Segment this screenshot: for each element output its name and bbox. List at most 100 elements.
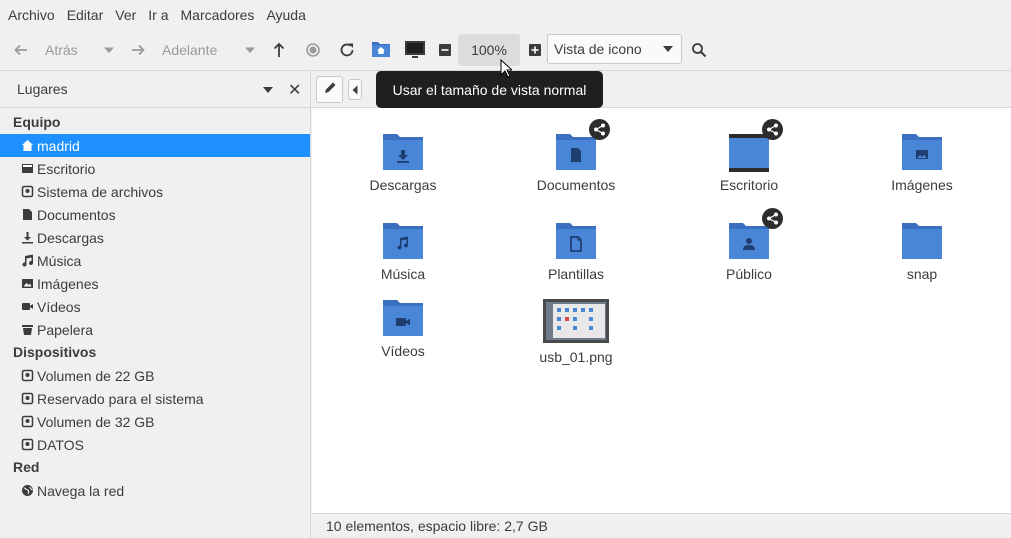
section-dispositivos: Dispositivos <box>13 344 97 360</box>
sidebar-item-datos[interactable]: DATOS <box>0 433 310 456</box>
music-icon <box>21 254 34 267</box>
sidebar-item-escritorio[interactable]: Escritorio <box>0 157 310 180</box>
sidebar-header: Lugares ✕ <box>0 70 310 108</box>
sidebar-item-label: Sistema de archivos <box>37 183 164 200</box>
file-label: Escritorio <box>719 177 779 193</box>
sidebar-item-música[interactable]: Música <box>0 249 310 272</box>
file-label: snap <box>906 266 938 282</box>
drive-icon <box>21 369 34 382</box>
status-bar: 10 elementos, espacio libre: 2,7 GB <box>312 513 1011 538</box>
sidebar-item-label: Imágenes <box>37 275 99 292</box>
folder-icon <box>382 299 424 337</box>
drive-icon <box>21 185 34 198</box>
sidebar-item-imágenes[interactable]: Imágenes <box>0 272 310 295</box>
stop-icon[interactable] <box>305 42 321 58</box>
menu-editar[interactable]: Editar <box>61 7 110 23</box>
sidebar-item-label: Reservado para el sistema <box>37 390 204 407</box>
computer-icon[interactable] <box>404 40 426 60</box>
sidebar-title: Lugares <box>17 81 68 97</box>
file-label: Plantillas <box>547 266 605 282</box>
sidebar-item-volumen-de-22-gb[interactable]: Volumen de 22 GB <box>0 364 310 387</box>
back-history-dropdown[interactable] <box>101 42 117 58</box>
menu-ver[interactable]: Ver <box>109 7 142 23</box>
file-label: usb_01.png <box>539 349 613 365</box>
menu-bar: Archivo Editar Ver Ir a Marcadores Ayuda <box>0 0 1011 30</box>
sidebar-item-papelera[interactable]: Papelera <box>0 318 310 341</box>
back-button[interactable]: Atrás <box>13 35 78 65</box>
forward-button[interactable]: Adelante <box>130 35 217 65</box>
view-mode-select[interactable]: Vista de icono <box>547 34 682 64</box>
file-item-plantillas[interactable]: Plantillas <box>511 222 641 282</box>
file-item-escritorio[interactable]: Escritorio <box>684 119 814 193</box>
home-folder-icon[interactable] <box>371 40 391 58</box>
search-icon[interactable] <box>691 42 707 58</box>
file-view: Descargas Documentos Escritorio Imágenes Mús… <box>312 108 1011 513</box>
zoom-out-icon[interactable] <box>437 42 453 58</box>
menu-ir-a[interactable]: Ir a <box>142 7 174 23</box>
sidebar-item-label: Volumen de 32 GB <box>37 413 155 430</box>
file-item-vídeos[interactable]: Vídeos <box>338 299 468 359</box>
up-arrow-icon[interactable] <box>271 42 287 58</box>
sidebar-item-label: Escritorio <box>37 160 96 177</box>
red-list: Navega la red <box>0 479 310 502</box>
pencil-icon <box>323 81 337 98</box>
file-item-documentos[interactable]: Documentos <box>511 119 641 193</box>
video-icon <box>21 300 34 313</box>
trash-icon <box>21 323 34 336</box>
home-icon <box>21 139 34 152</box>
sidebar-item-navega-la-red[interactable]: Navega la red <box>0 479 310 502</box>
menu-archivo[interactable]: Archivo <box>2 7 61 23</box>
file-label: Imágenes <box>891 177 953 193</box>
sidebar-item-vídeos[interactable]: Vídeos <box>0 295 310 318</box>
file-item-música[interactable]: Música <box>338 222 468 282</box>
sidebar-item-reservado-para-el-sistema[interactable]: Reservado para el sistema <box>0 387 310 410</box>
share-icon <box>762 208 783 229</box>
menu-ayuda[interactable]: Ayuda <box>260 7 311 23</box>
sidebar-item-documentos[interactable]: Documentos <box>0 203 310 226</box>
file-label: Documentos <box>536 177 616 193</box>
file-item-público[interactable]: Público <box>684 208 814 282</box>
folder-icon <box>728 208 783 260</box>
file-item-imágenes[interactable]: Imágenes <box>857 133 987 193</box>
sidebar-item-label: Vídeos <box>37 298 81 315</box>
edit-location-button[interactable] <box>316 76 343 103</box>
file-label: Vídeos <box>381 343 425 359</box>
file-item-descargas[interactable]: Descargas <box>338 133 468 193</box>
arrow-right-icon <box>130 42 146 58</box>
close-sidebar-icon[interactable]: ✕ <box>288 80 301 100</box>
forward-history-dropdown[interactable] <box>242 42 258 58</box>
chevron-down-icon <box>663 46 673 52</box>
sidebar-item-descargas[interactable]: Descargas <box>0 226 310 249</box>
folder-icon <box>555 119 610 171</box>
sidebar-item-label: Navega la red <box>37 482 125 499</box>
share-icon <box>762 119 783 140</box>
file-item-snap[interactable]: snap <box>857 222 987 282</box>
sidebar-item-madrid[interactable]: madrid <box>0 134 310 157</box>
file-label: Descargas <box>369 177 437 193</box>
drive-icon <box>21 392 34 405</box>
menu-marcadores[interactable]: Marcadores <box>175 7 261 23</box>
arrow-left-icon <box>13 42 29 58</box>
sidebar-item-sistema-de-archivos[interactable]: Sistema de archivos <box>0 180 310 203</box>
sidebar-item-volumen-de-32-gb[interactable]: Volumen de 32 GB <box>0 410 310 433</box>
drive-icon <box>21 438 34 451</box>
section-red: Red <box>13 459 40 475</box>
folder-icon <box>555 222 597 260</box>
desktop-icon <box>21 162 34 175</box>
folder-icon <box>382 133 424 171</box>
folder-icon <box>901 133 943 171</box>
reload-icon[interactable] <box>339 42 355 58</box>
folder-icon <box>728 119 783 172</box>
equipo-list: madrid Escritorio Sistema de archivos Docum… <box>0 134 310 341</box>
path-scroll-left-button[interactable] <box>348 79 362 100</box>
mouse-cursor-icon <box>500 58 514 81</box>
sidebar-mode-dropdown[interactable] <box>263 87 273 93</box>
folder-icon <box>901 222 943 260</box>
sidebar-item-label: Papelera <box>37 321 94 338</box>
sidebar-item-label: Documentos <box>37 206 116 223</box>
sidebar-item-label: Volumen de 22 GB <box>37 367 155 384</box>
file-item-usb-01-png[interactable]: usb_01.png <box>511 299 641 365</box>
zoom-in-icon[interactable] <box>527 42 543 58</box>
file-label: Público <box>726 266 772 282</box>
zoom-tooltip: Usar el tamaño de vista normal <box>376 71 603 108</box>
